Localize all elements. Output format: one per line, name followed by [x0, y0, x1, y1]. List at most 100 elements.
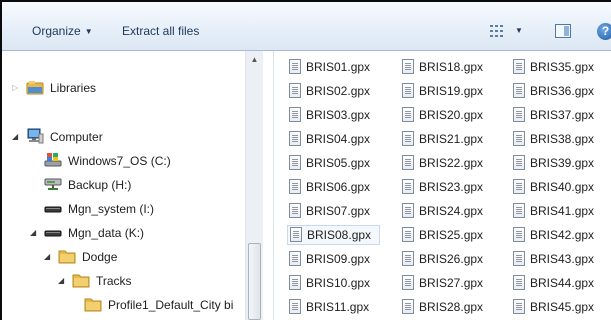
collapse-arrow-icon[interactable]: ◢: [12, 127, 18, 147]
document-icon: [289, 179, 301, 194]
extract-all-files-button[interactable]: Extract all files: [122, 24, 199, 38]
file-item[interactable]: BRIS45.gpx: [511, 297, 594, 317]
collapse-arrow-icon[interactable]: ◢: [44, 247, 50, 267]
file-item[interactable]: BRIS01.gpx: [287, 57, 370, 77]
document-icon: [513, 203, 525, 218]
file-name: BRIS02.gpx: [306, 84, 371, 98]
file-item[interactable]: BRIS07.gpx: [287, 201, 370, 221]
file-name: BRIS40.gpx: [530, 180, 595, 194]
help-icon[interactable]: ?: [597, 23, 611, 40]
scroll-up-arrow-icon[interactable]: ▲: [246, 51, 263, 68]
file-item[interactable]: BRIS02.gpx: [287, 81, 370, 101]
file-item[interactable]: BRIS03.gpx: [287, 105, 370, 125]
computer-icon: [27, 128, 44, 144]
file-name: BRIS19.gpx: [419, 84, 484, 98]
file-name: BRIS01.gpx: [306, 60, 371, 74]
file-item[interactable]: BRIS25.gpx: [400, 225, 483, 245]
nav-item-drive-c[interactable]: Windows7_OS (C:): [44, 151, 171, 171]
file-name: BRIS24.gpx: [419, 204, 484, 218]
document-icon: [289, 275, 301, 290]
file-item[interactable]: BRIS41.gpx: [511, 201, 594, 221]
file-name: BRIS10.gpx: [306, 276, 371, 290]
nav-item-libraries[interactable]: ▷ Libraries: [12, 78, 96, 98]
document-icon: [289, 107, 301, 122]
file-item[interactable]: BRIS21.gpx: [400, 129, 483, 149]
file-name: BRIS43.gpx: [530, 252, 595, 266]
file-item[interactable]: BRIS28.gpx: [400, 297, 483, 317]
file-item[interactable]: BRIS26.gpx: [400, 249, 483, 269]
nav-item-drive-k[interactable]: ◢ Mgn_data (K:): [30, 223, 145, 243]
file-item[interactable]: BRIS40.gpx: [511, 177, 594, 197]
document-icon: [402, 251, 414, 266]
document-icon: [513, 107, 525, 122]
change-view-icon[interactable]: [489, 23, 507, 39]
document-icon: [402, 59, 414, 74]
file-item[interactable]: BRIS27.gpx: [400, 273, 483, 293]
document-icon: [513, 155, 525, 170]
file-item[interactable]: BRIS37.gpx: [511, 105, 594, 125]
drive-label: Mgn_system (I:): [68, 202, 155, 216]
file-item[interactable]: BRIS24.gpx: [400, 201, 483, 221]
nav-item-drive-h[interactable]: Backup (H:): [44, 175, 131, 195]
view-options-chevron-icon[interactable]: ▼: [515, 26, 523, 35]
document-icon: [289, 59, 301, 74]
document-icon: [289, 299, 301, 314]
file-item[interactable]: BRIS23.gpx: [400, 177, 483, 197]
nav-item-computer[interactable]: ◢ Computer: [12, 127, 103, 147]
nav-item-folder-dodge[interactable]: ◢ Dodge: [44, 247, 117, 267]
folder-icon: [72, 274, 90, 288]
file-item[interactable]: BRIS36.gpx: [511, 81, 594, 101]
collapse-arrow-icon[interactable]: ◢: [58, 271, 64, 291]
selected-file-item[interactable]: BRIS08.gpx: [287, 225, 380, 245]
hard-drive-icon: [44, 206, 62, 213]
file-name: BRIS27.gpx: [419, 276, 484, 290]
preview-pane-icon[interactable]: [555, 24, 571, 38]
document-icon: [289, 131, 301, 146]
document-icon: [402, 179, 414, 194]
file-item[interactable]: BRIS06.gpx: [287, 177, 370, 197]
document-icon: [513, 227, 525, 242]
file-item[interactable]: BRIS11.gpx: [287, 297, 369, 317]
file-item[interactable]: BRIS20.gpx: [400, 105, 483, 125]
file-item[interactable]: BRIS04.gpx: [287, 129, 370, 149]
file-name: BRIS44.gpx: [530, 276, 595, 290]
file-name: BRIS20.gpx: [419, 108, 484, 122]
nav-item-folder-profile[interactable]: Profile1_Default_City bi: [84, 295, 244, 315]
file-item[interactable]: BRIS39.gpx: [511, 153, 594, 173]
document-icon: [513, 299, 525, 314]
document-icon: [402, 275, 414, 290]
file-item[interactable]: BRIS38.gpx: [511, 129, 594, 149]
file-item[interactable]: BRIS05.gpx: [287, 153, 370, 173]
expand-arrow-icon[interactable]: ▷: [12, 78, 18, 98]
file-name: BRIS21.gpx: [419, 132, 484, 146]
file-name: BRIS23.gpx: [419, 180, 484, 194]
file-item[interactable]: BRIS43.gpx: [511, 249, 594, 269]
file-item[interactable]: BRIS09.gpx: [287, 249, 370, 269]
file-name: BRIS45.gpx: [530, 300, 595, 314]
organize-button[interactable]: Organize ▼: [32, 24, 93, 38]
file-name: BRIS06.gpx: [306, 180, 371, 194]
nav-item-drive-i[interactable]: Mgn_system (I:): [44, 199, 154, 219]
chevron-down-icon: ▼: [84, 27, 93, 36]
document-icon: [513, 179, 525, 194]
collapse-arrow-icon[interactable]: ◢: [30, 223, 36, 243]
hard-drive-icon: [44, 230, 62, 237]
nav-scrollbar[interactable]: ▲: [245, 51, 263, 320]
scrollbar-thumb[interactable]: [248, 243, 261, 320]
file-item[interactable]: BRIS44.gpx: [511, 273, 594, 293]
computer-label: Computer: [50, 130, 103, 144]
file-item[interactable]: BRIS10.gpx: [287, 273, 370, 293]
file-item[interactable]: BRIS42.gpx: [511, 225, 594, 245]
drive-label: Mgn_data (K:): [68, 226, 145, 240]
file-name: BRIS09.gpx: [306, 252, 371, 266]
nav-item-folder-tracks[interactable]: ◢ Tracks: [58, 271, 132, 291]
file-item[interactable]: BRIS19.gpx: [400, 81, 483, 101]
file-item[interactable]: BRIS22.gpx: [400, 153, 483, 173]
file-item[interactable]: BRIS35.gpx: [511, 57, 594, 77]
file-item[interactable]: BRIS18.gpx: [400, 57, 483, 77]
document-icon: [289, 251, 301, 266]
document-icon: [290, 227, 302, 242]
document-icon: [513, 131, 525, 146]
document-icon: [289, 155, 301, 170]
file-name: BRIS08.gpx: [307, 228, 372, 242]
